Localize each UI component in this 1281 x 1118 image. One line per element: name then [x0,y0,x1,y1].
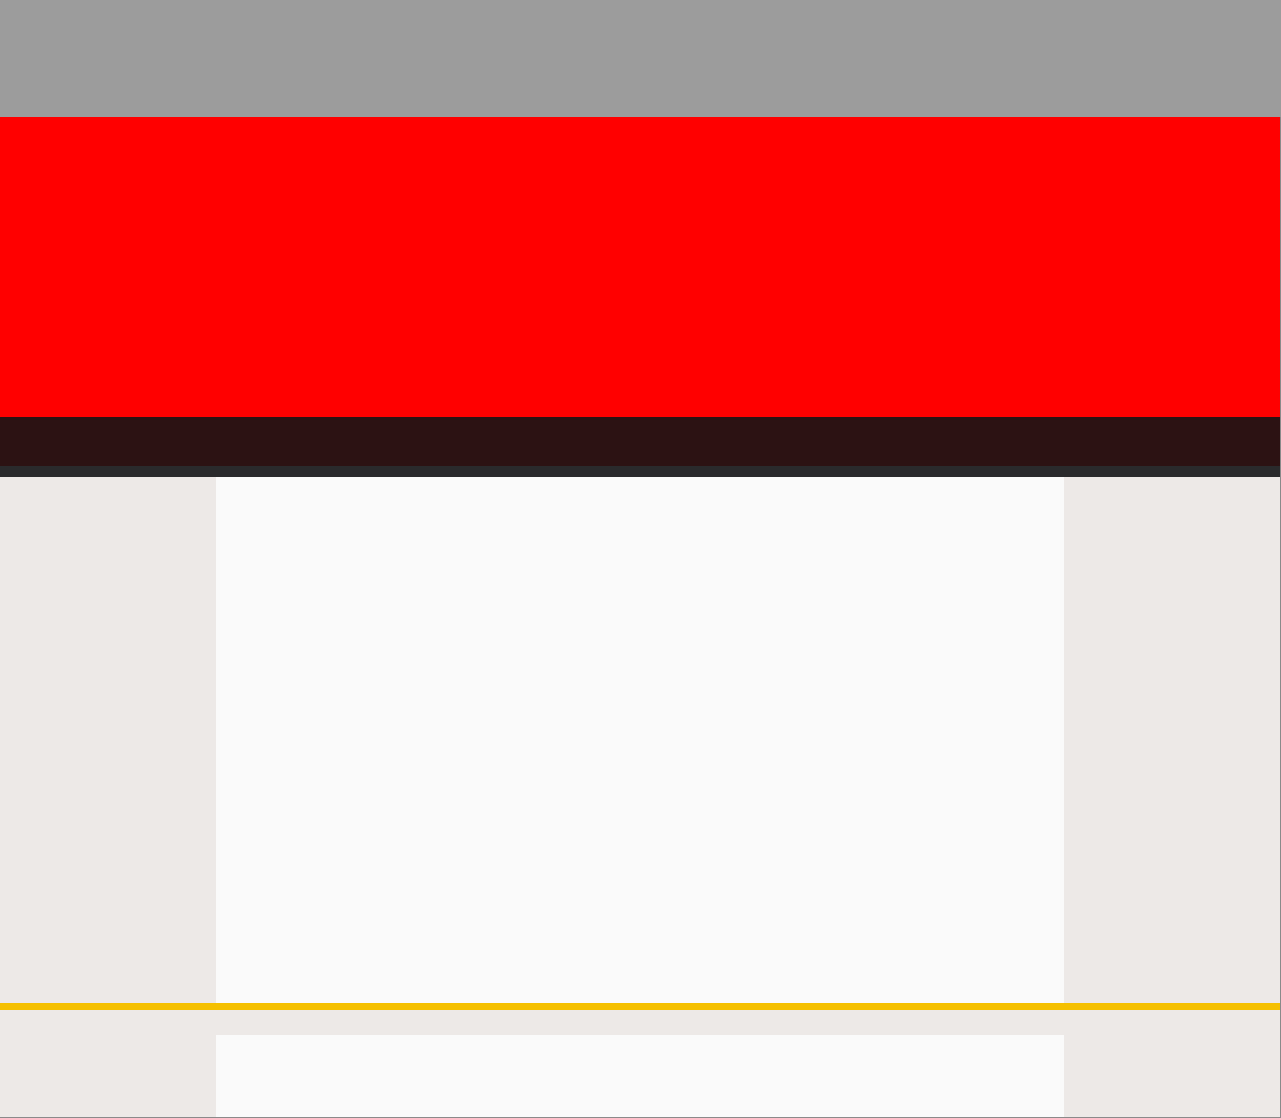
footer-area [0,1010,1280,1117]
footer-content-panel [216,1035,1064,1117]
navigation-bar[interactable] [0,417,1280,466]
browser-viewport [0,0,1281,1118]
right-gutter [1064,477,1280,1003]
left-gutter [0,477,216,1003]
accent-rule [0,1003,1280,1010]
top-gray-bar [0,0,1281,117]
nav-divider [0,466,1280,477]
main-content-area [216,477,1064,1003]
hero-banner [0,117,1280,417]
page-frame [0,117,1281,1118]
